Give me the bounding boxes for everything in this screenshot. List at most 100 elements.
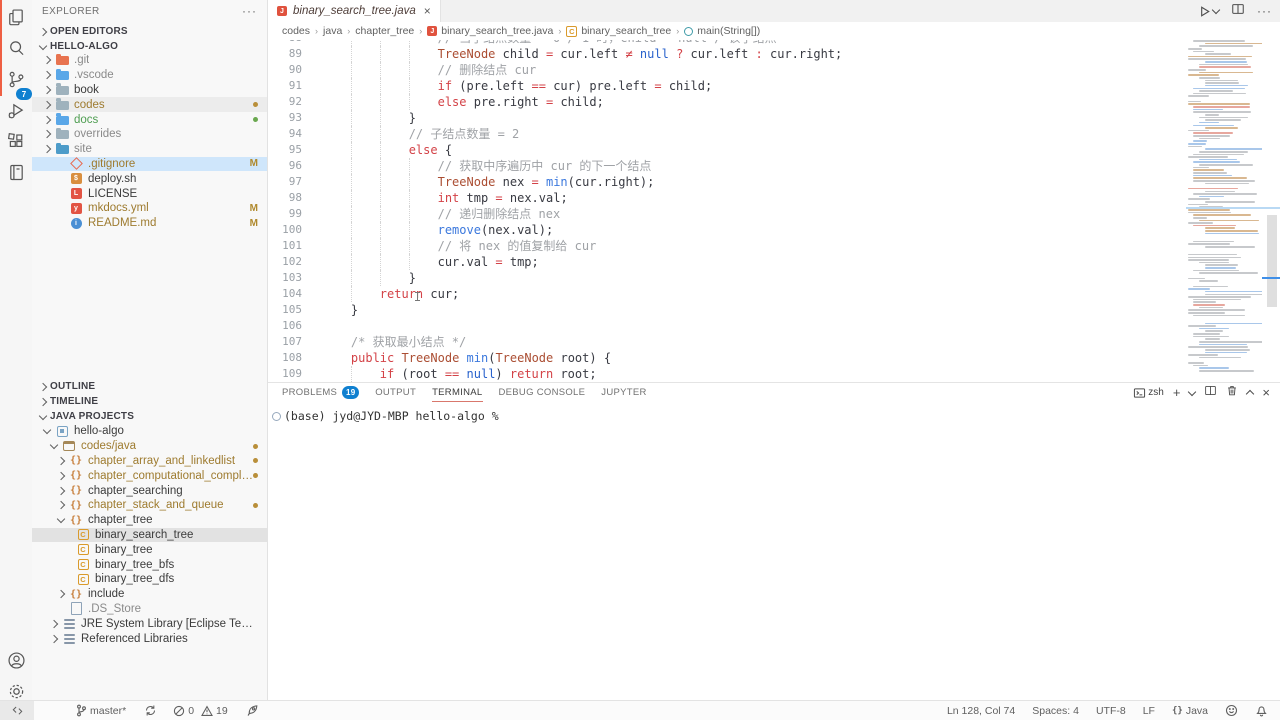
- code-line-109[interactable]: 109 if (root == null) return root;: [268, 366, 1186, 382]
- code-line-107[interactable]: 107 /* 获取最小结点 */: [268, 334, 1186, 350]
- code-line-103[interactable]: 103 }: [268, 270, 1186, 286]
- indentation-status[interactable]: Spaces: 4: [1030, 701, 1081, 720]
- tab-binary-search-tree[interactable]: J binary_search_tree.java ×: [268, 0, 441, 22]
- code-line-101[interactable]: 101 // 将 nex 的值复制给 cur: [268, 238, 1186, 254]
- code-viewport[interactable]: 88 // 当子结点数量 = 0 / 1 时，child = null / 该子…: [268, 40, 1186, 382]
- java-item-chapter_computational_complexity[interactable]: {}chapter_computational_complexity: [32, 468, 267, 483]
- section-root-folder[interactable]: HELLO-ALGO: [32, 39, 267, 54]
- code-line-94[interactable]: 94 // 子结点数量 = 2: [268, 126, 1186, 142]
- run-debug-icon[interactable]: [0, 95, 32, 125]
- new-terminal-icon[interactable]: +: [1173, 386, 1181, 399]
- kill-terminal-icon[interactable]: [1226, 384, 1238, 402]
- java-item-.DS_Store[interactable]: .DS_Store: [32, 602, 267, 617]
- java-item-codes-java[interactable]: codes/java: [32, 439, 267, 454]
- explorer-item-.git[interactable]: .git: [32, 53, 267, 68]
- terminal-dropdown-icon[interactable]: [1188, 387, 1196, 395]
- explorer-item-docs[interactable]: docs: [32, 112, 267, 127]
- explorer-item-.vscode[interactable]: .vscode: [32, 68, 267, 83]
- panel-tab-problems[interactable]: PROBLEMS19: [282, 383, 359, 402]
- java-item-Referenced-Libraries[interactable]: Referenced Libraries: [32, 631, 267, 646]
- code-line-108[interactable]: 108 public TreeNode min(TreeNode root) {: [268, 350, 1186, 366]
- remote-indicator-icon[interactable]: [0, 701, 34, 720]
- explorer-item-overrides[interactable]: overrides: [32, 127, 267, 142]
- code-line-89[interactable]: 89 TreeNode child = cur.left ≠ null ? cu…: [268, 46, 1186, 62]
- breadcrumb-item[interactable]: codes: [282, 25, 310, 37]
- code-line-102[interactable]: 102 cur.val = tmp;: [268, 254, 1186, 270]
- code-line-93[interactable]: 93 }: [268, 110, 1186, 126]
- java-item-chapter_stack_and_queue[interactable]: {}chapter_stack_and_queue: [32, 498, 267, 513]
- panel-tab-output[interactable]: OUTPUT: [375, 383, 416, 402]
- java-item-binary_tree_bfs[interactable]: Cbinary_tree_bfs: [32, 557, 267, 572]
- breadcrumb-item[interactable]: java: [323, 25, 342, 37]
- java-item-chapter_tree[interactable]: {}chapter_tree: [32, 513, 267, 528]
- split-terminal-icon[interactable]: [1204, 384, 1217, 402]
- java-item-binary_search_tree[interactable]: Cbinary_search_tree: [32, 528, 267, 543]
- explorer-item-.gitignore[interactable]: .gitignoreM: [32, 157, 267, 172]
- code-line-91[interactable]: 91 if (pre.left == cur) pre.left = child…: [268, 78, 1186, 94]
- breadcrumb-item[interactable]: chapter_tree: [355, 25, 414, 37]
- breadcrumb-item[interactable]: Jbinary_search_tree.java: [427, 25, 553, 37]
- files-icon[interactable]: [0, 2, 32, 32]
- panel-tab-jupyter[interactable]: JUPYTER: [601, 383, 646, 402]
- explorer-item-mkdocs.yml[interactable]: ymkdocs.ymlM: [32, 201, 267, 216]
- code-line-99[interactable]: 99 // 递归删除结点 nex: [268, 206, 1186, 222]
- explorer-item-LICENSE[interactable]: LLICENSE: [32, 186, 267, 201]
- breadcrumb-item[interactable]: Cbinary_search_tree: [566, 25, 671, 37]
- java-item-binary_tree[interactable]: Cbinary_tree: [32, 542, 267, 557]
- code-line-95[interactable]: 95 else {: [268, 142, 1186, 158]
- java-item-hello-algo[interactable]: hello-algo: [32, 424, 267, 439]
- java-server-rocket-icon[interactable]: [244, 701, 261, 720]
- section-java-projects[interactable]: JAVA PROJECTS: [32, 409, 267, 424]
- java-item-chapter_searching[interactable]: {}chapter_searching: [32, 483, 267, 498]
- search-icon[interactable]: [0, 33, 32, 63]
- sync-icon[interactable]: [142, 701, 159, 720]
- code-line-104[interactable]: 104 return cur;: [268, 286, 1186, 302]
- section-timeline[interactable]: TIMELINE: [32, 394, 267, 409]
- code-line-100[interactable]: 100 remove(nex.val);: [268, 222, 1186, 238]
- account-icon[interactable]: [0, 645, 32, 675]
- eol-status[interactable]: LF: [1141, 701, 1157, 720]
- git-branch-status[interactable]: master*: [74, 701, 128, 720]
- tab-close-icon[interactable]: ×: [424, 4, 431, 18]
- problems-status[interactable]: 0 19: [171, 701, 230, 720]
- terminal-prompt[interactable]: (base) jyd@JYD-MBP hello-algo %: [284, 409, 499, 423]
- notebook-icon[interactable]: [0, 157, 32, 187]
- code-line-97[interactable]: 97 TreeNode nex = min(cur.right);: [268, 174, 1186, 190]
- code-line-105[interactable]: 105 }: [268, 302, 1186, 318]
- explorer-item-deploy.sh[interactable]: $deploy.sh: [32, 171, 267, 186]
- code-line-96[interactable]: 96 // 获取中序遍历中 cur 的下一个结点: [268, 158, 1186, 174]
- code-line-90[interactable]: 90 // 删除结点 cur: [268, 62, 1186, 78]
- java-item-JRE-System-Library--Eclipse-Temurin-17--17...[interactable]: JRE System Library [Eclipse Temurin 17 […: [32, 616, 267, 631]
- java-item-chapter_array_and_linkedlist[interactable]: {}chapter_array_and_linkedlist: [32, 454, 267, 469]
- encoding-status[interactable]: UTF-8: [1094, 701, 1128, 720]
- extensions-icon[interactable]: [0, 126, 32, 156]
- explorer-item-README.md[interactable]: iREADME.mdM: [32, 216, 267, 231]
- more-actions-icon[interactable]: ···: [242, 4, 257, 18]
- minimap[interactable]: [1186, 40, 1262, 382]
- code-line-106[interactable]: 106: [268, 318, 1186, 334]
- language-mode-status[interactable]: {} Java: [1170, 701, 1210, 720]
- run-java-button[interactable]: [1197, 4, 1219, 19]
- section-outline[interactable]: OUTLINE: [32, 379, 267, 394]
- split-editor-icon[interactable]: [1231, 2, 1245, 21]
- explorer-item-site[interactable]: site: [32, 142, 267, 157]
- close-panel-icon[interactable]: ×: [1262, 385, 1270, 400]
- explorer-item-codes[interactable]: codes: [32, 97, 267, 112]
- notifications-bell-icon[interactable]: [1253, 701, 1270, 720]
- explorer-item-book[interactable]: book: [32, 83, 267, 98]
- cursor-position-status[interactable]: Ln 128, Col 74: [945, 701, 1017, 720]
- section-open-editors[interactable]: OPEN EDITORS: [32, 24, 267, 39]
- java-item-binary_tree_dfs[interactable]: Cbinary_tree_dfs: [32, 572, 267, 587]
- overview-ruler[interactable]: [1262, 40, 1280, 382]
- panel-tab-debug-console[interactable]: DEBUG CONSOLE: [499, 383, 586, 402]
- maximize-panel-icon[interactable]: [1246, 390, 1254, 398]
- java-item-include[interactable]: {}include: [32, 587, 267, 602]
- panel-tab-terminal[interactable]: TERMINAL: [432, 383, 482, 402]
- terminal-shell-icon[interactable]: zsh: [1133, 387, 1164, 399]
- code-line-92[interactable]: 92 else pre.right = child;: [268, 94, 1186, 110]
- breadcrumb-separator: ›: [419, 26, 422, 36]
- more-actions-icon[interactable]: ···: [1257, 4, 1272, 18]
- code-line-98[interactable]: 98 int tmp = nex.val;: [268, 190, 1186, 206]
- feedback-icon[interactable]: [1223, 701, 1240, 720]
- breadcrumb-item[interactable]: main(String[]): [684, 25, 760, 37]
